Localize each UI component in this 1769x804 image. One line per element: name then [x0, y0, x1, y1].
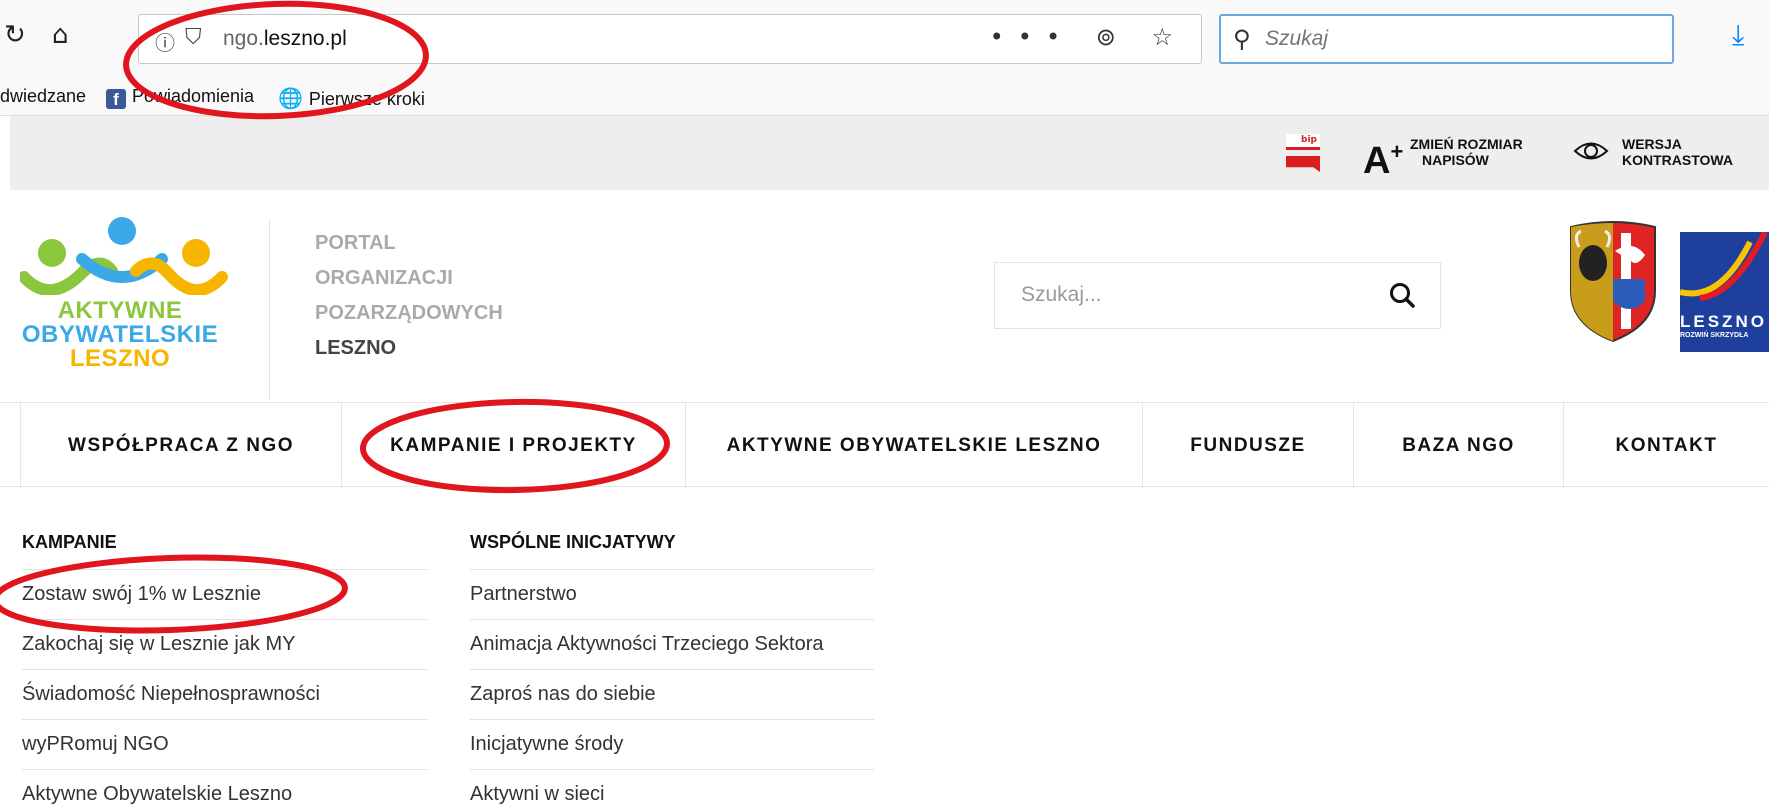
leszno-city-logo[interactable]: LESZNO ROZWIŃ SKRZYDŁA — [1680, 232, 1769, 352]
page-actions[interactable]: ••• ⊚ ☆ — [990, 23, 1187, 51]
bookmark-first-steps[interactable]: 🌐 Pierwsze kroki — [278, 86, 425, 111]
site-search-input[interactable] — [1021, 283, 1361, 307]
dropdown-column-initiatives: WSPÓLNE INICJATYWY Partnerstwo Animacja … — [470, 528, 874, 804]
dropdown-item[interactable]: Inicjatywne środy — [470, 720, 874, 770]
nav-fundusze[interactable]: FUNDUSZE — [1143, 403, 1354, 488]
browser-toolbar: ↻ ⌂ ⓘ ⛉ ngo.leszno.pl ••• ⊚ ☆ ⚲ ⤓ — [0, 0, 1769, 78]
city-crest-icon[interactable] — [1567, 221, 1659, 343]
globe-icon: 🌐 — [278, 88, 303, 110]
bip-icon[interactable]: bip — [1286, 134, 1320, 172]
dropdown-item[interactable]: Zakochaj się w Lesznie jak MY — [22, 620, 427, 670]
nav-kontakt[interactable]: KONTAKT — [1564, 403, 1769, 488]
font-size-icon[interactable]: A+ — [1363, 132, 1403, 181]
bookmark-most-visited[interactable]: dwiedzane — [0, 86, 86, 107]
url-bar[interactable]: ⓘ ⛉ ngo.leszno.pl ••• ⊚ ☆ — [138, 14, 1202, 64]
nav-kampanie[interactable]: KAMPANIE I PROJEKTY — [342, 403, 686, 488]
browser-search-input[interactable] — [1265, 24, 1655, 54]
site-logo[interactable]: AKTYWNE OBYWATELSKIE LESZNO — [20, 215, 230, 405]
search-icon[interactable]: ⚲ — [1233, 25, 1251, 53]
dropdown-item[interactable]: Zaproś nas do siebie — [470, 670, 874, 720]
nav-aktywne[interactable]: AKTYWNE OBYWATELSKIE LESZNO — [686, 403, 1143, 488]
dropdown-item[interactable]: Animacja Aktywności Trzeciego Sektora — [470, 620, 874, 670]
wings-icon — [1680, 232, 1768, 301]
dropdown-item[interactable]: wyPRomuj NGO — [22, 720, 427, 770]
logo-figures-icon — [20, 217, 228, 295]
bookmark-notifications[interactable]: f Powiadomienia — [106, 86, 254, 109]
nav-wspolpraca[interactable]: WSPÓŁPRACA Z NGO — [20, 403, 342, 488]
site-info-icon[interactable]: ⓘ — [155, 27, 175, 56]
eye-icon[interactable] — [1573, 140, 1609, 162]
magnifier-icon[interactable] — [1388, 281, 1416, 309]
reload-icon[interactable]: ↻ — [4, 20, 26, 50]
browser-search-bar[interactable]: ⚲ — [1219, 14, 1674, 64]
portal-title: PORTAL ORGANIZACJI POZARZĄDOWYCH LESZNO — [315, 232, 503, 359]
dropdown-item[interactable]: Świadomość Niepełnosprawności — [22, 670, 427, 720]
dropdown-item[interactable]: Partnerstwo — [470, 570, 874, 620]
facebook-icon: f — [106, 89, 126, 109]
main-nav: WSPÓŁPRACA Z NGO KAMPANIE I PROJEKTY AKT… — [0, 402, 1769, 488]
logo-line-3: LESZNO — [69, 345, 171, 372]
contrast-button[interactable]: WERSJA KONTRASTOWA — [1622, 136, 1752, 168]
bookmarks-bar: dwiedzane f Powiadomienia 🌐 Pierwsze kroki — [0, 78, 1769, 116]
site-search-box — [994, 262, 1441, 329]
dropdown-item[interactable]: Aktywne Obywatelskie Leszno — [22, 770, 427, 804]
tracking-shield-icon[interactable]: ⛉ — [185, 25, 202, 50]
utility-bar: bip A+ ZMIEŃ ROZMIAR NAPISÓW WERSJA KONT… — [10, 116, 1769, 190]
nav-baza-ngo[interactable]: BAZA NGO — [1354, 403, 1564, 488]
home-icon[interactable]: ⌂ — [52, 20, 69, 50]
download-icon[interactable]: ⤓ — [1732, 18, 1744, 52]
url-text[interactable]: ngo.leszno.pl — [223, 27, 347, 51]
header-divider — [269, 220, 270, 400]
font-size-button[interactable]: ZMIEŃ ROZMIAR NAPISÓW — [1410, 136, 1540, 168]
dropdown-item[interactable]: Aktywni w sieci — [470, 770, 874, 804]
dropdown-heading: WSPÓLNE INICJATYWY — [470, 528, 874, 570]
dropdown-item[interactable]: Zostaw swój 1% w Lesznie — [22, 570, 427, 620]
dropdown-heading: KAMPANIE — [22, 528, 427, 570]
dropdown-column-campaigns: KAMPANIE Zostaw swój 1% w Lesznie Zakoch… — [22, 528, 427, 804]
